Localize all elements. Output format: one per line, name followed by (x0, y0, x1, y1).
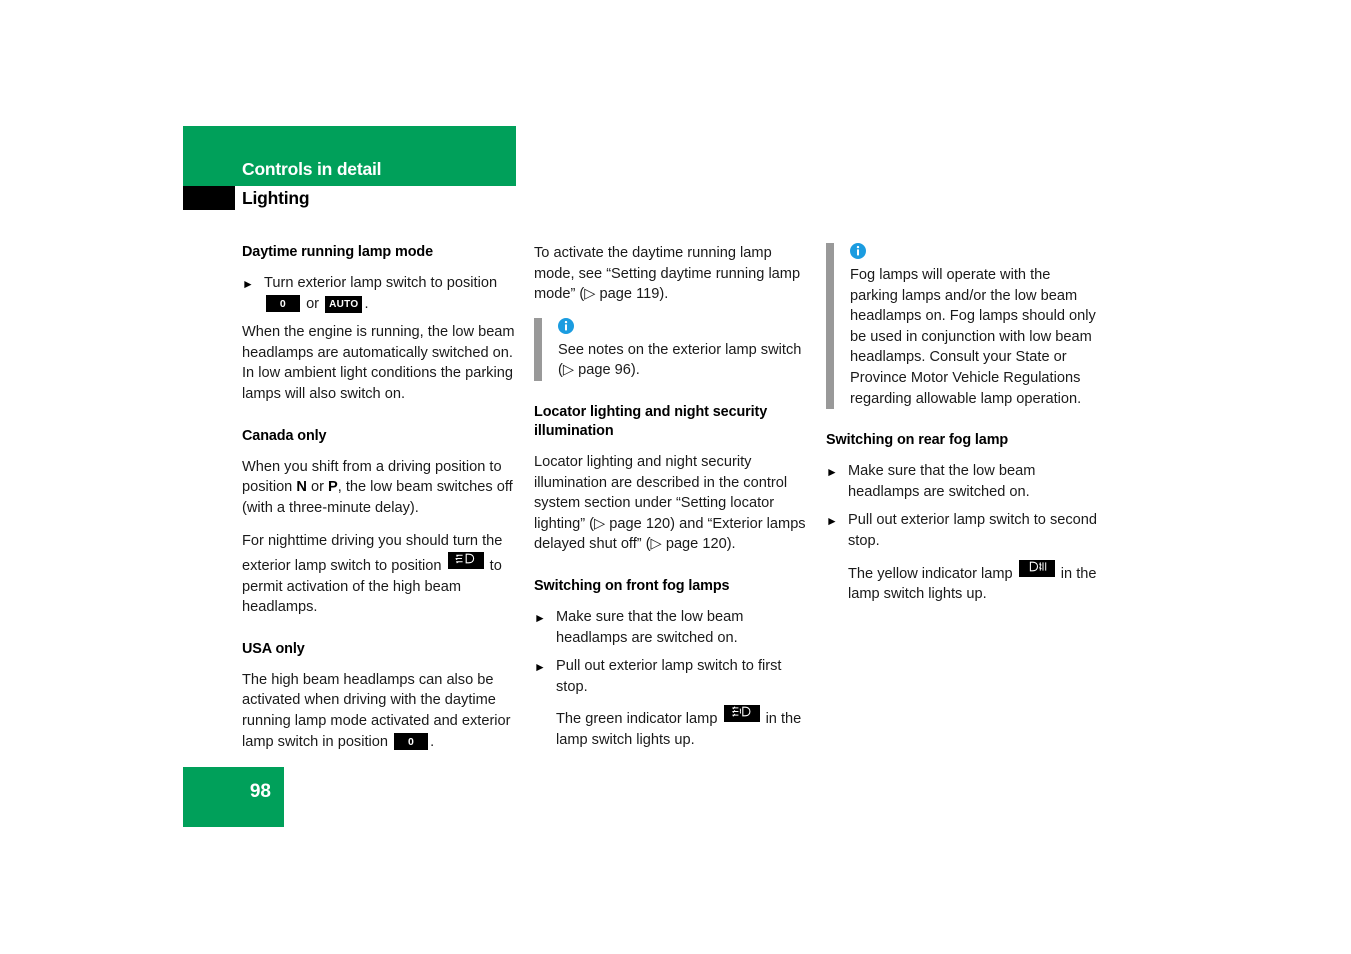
rear-indicator-pre: The yellow indicator lamp (848, 565, 1013, 582)
heading-switching-rear-fog-lamp: Switching on rear fog lamp (826, 432, 1009, 449)
list-item: ► Make sure that the low beam headlamps … (826, 461, 1102, 502)
paragraph-usa-high-beam: The high beam headlamps can also be acti… (242, 670, 518, 752)
column-two: To activate the daytime running lamp mod… (534, 243, 810, 759)
paragraph-activate-drl: To activate the daytime running lamp mod… (534, 245, 801, 303)
section-title: Lighting (242, 188, 310, 208)
info-note-text: See notes on the exterior lamp switch (▷… (558, 341, 802, 379)
paragraph-canada-nighttime: For nighttime driving you should turn th… (242, 531, 518, 617)
list-item: ► Pull out exterior lamp switch to first… (534, 656, 810, 697)
gear-position-n: N (296, 479, 307, 496)
list-item-text: Make sure that the low beam headlamps ar… (556, 608, 744, 646)
column-one: Daytime running lamp mode ► Turn exterio… (242, 243, 518, 752)
info-note-fog-lamps: Fog lamps will operate with the parking … (826, 243, 1102, 410)
triangle-bullet-icon: ► (534, 660, 546, 675)
low-beam-headlamp-icon (447, 551, 484, 569)
front-indicator-pre: The green indicator lamp (556, 711, 718, 728)
rear-fog-lamp-icon (1018, 559, 1055, 577)
note-accent-bar (826, 243, 834, 410)
bullet-line-2-pre: position (446, 275, 498, 291)
list-item-text: Pull out exterior lamp switch to second … (848, 512, 1098, 549)
bullet-line-2-post: . (364, 295, 369, 312)
paragraph-rear-fog-indicator: The yellow indicator lamp in the lamp sw… (848, 559, 1102, 605)
info-note-exterior-switch: See notes on the exterior lamp switch (▷… (534, 317, 810, 381)
heading-switching-front-fog-lamps: Switching on front fog lamps (534, 577, 730, 594)
paragraph-engine-running: When the engine is running, the low beam… (242, 324, 515, 402)
list-item: ► Pull out exterior lamp switch to secon… (826, 510, 1102, 551)
page-number-banner: 98 (183, 767, 284, 827)
paragraph-canada-shift: When you shift from a driving position t… (242, 457, 518, 519)
triangle-bullet-icon: ► (242, 277, 254, 291)
column-three: Fog lamps will operate with the parking … (826, 243, 1102, 613)
triangle-bullet-icon: ► (826, 514, 838, 529)
heading-usa-only: USA only (242, 640, 305, 657)
chapter-title: Controls in detail (242, 159, 382, 179)
section-tab-marker (183, 186, 235, 210)
front-fog-lamp-icon (723, 705, 760, 723)
info-icon (850, 243, 866, 259)
usa-text-pre: The high beam headlamps can also be acti… (242, 671, 511, 750)
list-item-text: Make sure that the low beam headlamps ar… (848, 463, 1036, 500)
bullet-line-1: Turn exterior lamp switch to (264, 275, 443, 291)
info-icon (558, 317, 574, 334)
switch-position-auto-badge: AUTO (325, 295, 363, 313)
list-item: ► Turn exterior lamp switch to position … (242, 273, 518, 314)
info-note-text: Fog lamps will operate with the parking … (850, 267, 1096, 407)
usa-text-post: . (430, 733, 435, 750)
gear-position-p: P (328, 479, 338, 496)
bullet-line-2-mid: or (306, 295, 320, 312)
switch-position-0-badge: 0 (266, 294, 300, 312)
canada-text-mid: or (306, 479, 328, 496)
triangle-bullet-icon: ► (826, 465, 838, 480)
list-item: ► Make sure that the low beam headlamps … (534, 607, 810, 648)
chapter-header-banner: Controls in detail (183, 126, 516, 186)
triangle-bullet-icon: ► (534, 610, 546, 625)
heading-canada-only: Canada only (242, 427, 327, 444)
paragraph-locator-lighting: Locator lighting and night security illu… (534, 453, 806, 553)
switch-position-0-badge: 0 (394, 732, 429, 750)
list-item-text: Turn exterior lamp switch to position 0 … (264, 273, 518, 314)
list-item-text: Pull out exterior lamp switch to first s… (556, 658, 782, 695)
heading-daytime-running-lamp-mode: Daytime running lamp mode (242, 244, 434, 260)
note-accent-bar (534, 317, 542, 381)
page-number: 98 (249, 781, 271, 802)
paragraph-front-fog-indicator: The green indicator lamp in the lamp swi… (556, 705, 810, 750)
heading-locator-lighting: Locator lighting and night security illu… (534, 403, 768, 439)
